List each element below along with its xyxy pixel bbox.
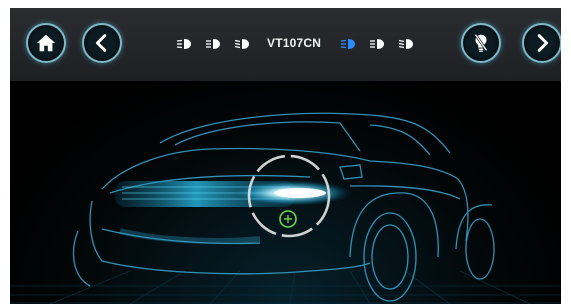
top-toolbar: VT107CN [10,8,561,81]
next-button[interactable] [522,23,561,63]
headlight-icon[interactable] [234,38,250,50]
chevron-left-icon [95,34,107,52]
headlight-icon[interactable] [369,38,385,50]
car-view [10,81,561,304]
home-icon [36,34,56,52]
model-title: VT107CN [267,36,322,50]
back-button[interactable] [82,23,122,63]
headlight-icon[interactable] [398,38,414,50]
headlight-icon[interactable] [176,38,192,50]
app-frame: VT107CN [10,8,561,304]
headlight-icon-active[interactable] [340,38,356,50]
chevron-right-icon [537,34,549,52]
car-wireframe-illustration [10,112,561,304]
bulb-toggle-button[interactable] [461,23,501,63]
home-button[interactable] [26,23,66,63]
bulb-off-icon [474,33,488,52]
headlight-icon[interactable] [205,38,221,50]
